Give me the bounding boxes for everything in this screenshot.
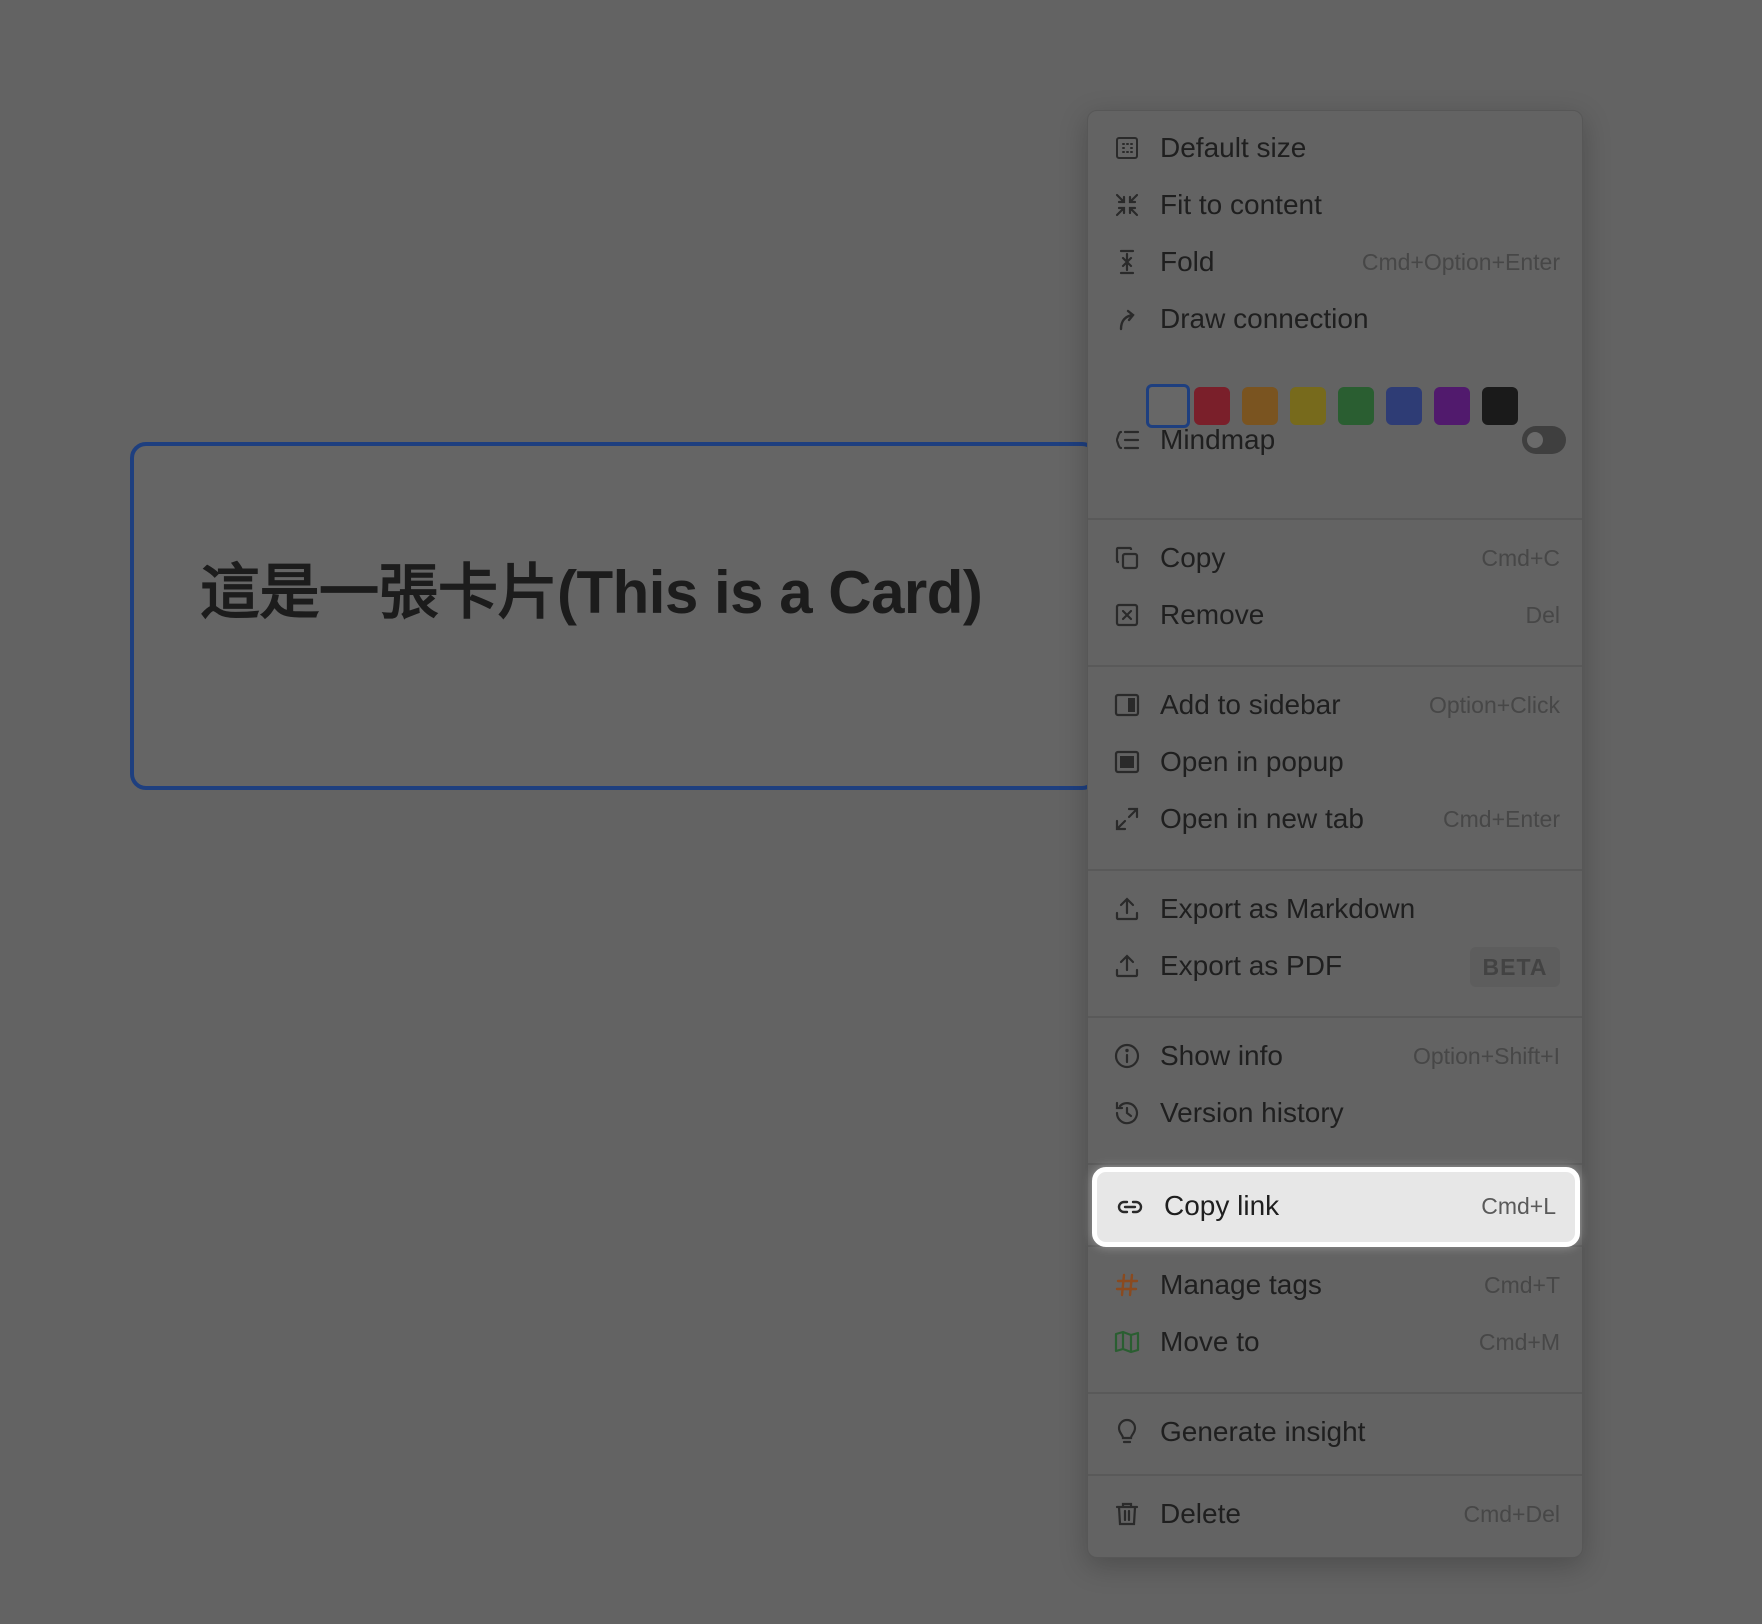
menu-item-remove[interactable]: Remove Del bbox=[1088, 585, 1584, 645]
menu-item-generate-insight[interactable]: Generate insight bbox=[1088, 1402, 1584, 1462]
menu-label: Export as Markdown bbox=[1160, 893, 1416, 924]
menu-item-fit-to-content[interactable]: Fit to content bbox=[1088, 175, 1584, 235]
divider bbox=[1088, 1474, 1582, 1476]
lightbulb-icon bbox=[1112, 1417, 1142, 1447]
menu-label: Draw connection bbox=[1160, 303, 1369, 334]
menu-label: Export as PDF bbox=[1160, 950, 1343, 981]
menu-item-default-size[interactable]: Default size bbox=[1088, 118, 1584, 178]
copy-icon bbox=[1112, 543, 1142, 573]
menu-label: Copy link bbox=[1164, 1190, 1280, 1221]
menu-shortcut: Cmd+C bbox=[1481, 545, 1560, 571]
menu-shortcut: Cmd+L bbox=[1481, 1193, 1556, 1219]
curved-arrow-icon bbox=[1112, 304, 1142, 334]
menu-item-mindmap[interactable]: Mindmap bbox=[1088, 410, 1584, 470]
menu-label: Manage tags bbox=[1160, 1269, 1322, 1300]
card[interactable]: 這是一張卡片(This is a Card) bbox=[130, 442, 1098, 790]
divider bbox=[1088, 665, 1582, 667]
map-icon bbox=[1112, 1327, 1142, 1357]
menu-item-manage-tags[interactable]: Manage tags Cmd+T bbox=[1088, 1255, 1584, 1315]
upload-icon bbox=[1112, 894, 1142, 924]
card-title: 這是一張卡片(This is a Card) bbox=[200, 559, 983, 626]
menu-shortcut: Cmd+Del bbox=[1463, 1501, 1560, 1527]
popup-icon bbox=[1112, 747, 1142, 777]
menu-label: Open in popup bbox=[1160, 746, 1344, 777]
hash-icon bbox=[1112, 1270, 1142, 1300]
remove-box-icon bbox=[1112, 600, 1142, 630]
divider bbox=[1088, 1392, 1582, 1394]
mindmap-icon bbox=[1112, 425, 1142, 455]
menu-label: Remove bbox=[1160, 599, 1265, 630]
menu-label: Open in new tab bbox=[1160, 803, 1364, 834]
divider bbox=[1088, 869, 1582, 871]
menu-shortcut: Cmd+Enter bbox=[1443, 806, 1560, 832]
divider bbox=[1088, 1163, 1582, 1165]
menu-item-delete[interactable]: Delete Cmd+Del bbox=[1088, 1484, 1584, 1544]
menu-item-fold[interactable]: Fold Cmd+Option+Enter bbox=[1088, 232, 1584, 292]
menu-label: Show info bbox=[1160, 1040, 1283, 1071]
history-icon bbox=[1112, 1098, 1142, 1128]
menu-label: Fold bbox=[1160, 246, 1215, 277]
menu-label: Generate insight bbox=[1160, 1416, 1366, 1447]
menu-item-copy[interactable]: Copy Cmd+C bbox=[1088, 528, 1584, 588]
menu-label: Add to sidebar bbox=[1160, 689, 1341, 720]
menu-item-export-markdown[interactable]: Export as Markdown bbox=[1088, 879, 1584, 939]
expand-icon bbox=[1112, 804, 1142, 834]
menu-label: Version history bbox=[1160, 1097, 1344, 1128]
menu-item-export-pdf[interactable]: Export as PDF BETA bbox=[1088, 936, 1584, 996]
context-menu: Default size Fit to content Fold Cmd+Opt… bbox=[1087, 110, 1583, 1558]
menu-item-show-info[interactable]: Show info Option+Shift+I bbox=[1088, 1026, 1584, 1086]
fold-icon bbox=[1112, 247, 1142, 277]
menu-shortcut: Cmd+Option+Enter bbox=[1361, 249, 1560, 275]
menu-label: Delete bbox=[1160, 1498, 1241, 1529]
trash-icon bbox=[1112, 1499, 1142, 1529]
link-icon bbox=[1116, 1193, 1146, 1223]
compress-icon bbox=[1112, 190, 1142, 220]
mindmap-toggle[interactable] bbox=[1522, 426, 1566, 454]
upload-icon bbox=[1112, 951, 1142, 981]
menu-shortcut: Del bbox=[1525, 602, 1560, 628]
menu-label: Move to bbox=[1160, 1326, 1260, 1357]
menu-item-add-to-sidebar[interactable]: Add to sidebar Option+Click bbox=[1088, 675, 1584, 735]
beta-badge: BETA bbox=[1470, 947, 1560, 987]
menu-item-open-in-popup[interactable]: Open in popup bbox=[1088, 732, 1584, 792]
toggle-knob bbox=[1527, 432, 1543, 448]
menu-item-copy-link[interactable]: Copy link Cmd+L bbox=[1092, 1167, 1580, 1247]
menu-label: Default size bbox=[1160, 132, 1307, 163]
menu-shortcut: Option+Shift+I bbox=[1412, 1043, 1560, 1069]
menu-label: Copy bbox=[1160, 542, 1226, 573]
menu-item-open-in-new-tab[interactable]: Open in new tab Cmd+Enter bbox=[1088, 789, 1584, 849]
sidebar-icon bbox=[1112, 690, 1142, 720]
divider bbox=[1088, 518, 1582, 520]
divider bbox=[1088, 1016, 1582, 1018]
menu-item-draw-connection[interactable]: Draw connection bbox=[1088, 289, 1584, 349]
menu-shortcut: Cmd+M bbox=[1478, 1329, 1560, 1355]
menu-item-version-history[interactable]: Version history bbox=[1088, 1083, 1584, 1143]
menu-label: Mindmap bbox=[1160, 424, 1276, 455]
menu-label: Fit to content bbox=[1160, 189, 1322, 220]
menu-shortcut: Cmd+T bbox=[1483, 1272, 1560, 1298]
menu-shortcut: Option+Click bbox=[1428, 692, 1560, 718]
grid-size-icon bbox=[1112, 133, 1142, 163]
info-icon bbox=[1112, 1041, 1142, 1071]
menu-item-move-to[interactable]: Move to Cmd+M bbox=[1088, 1312, 1584, 1372]
